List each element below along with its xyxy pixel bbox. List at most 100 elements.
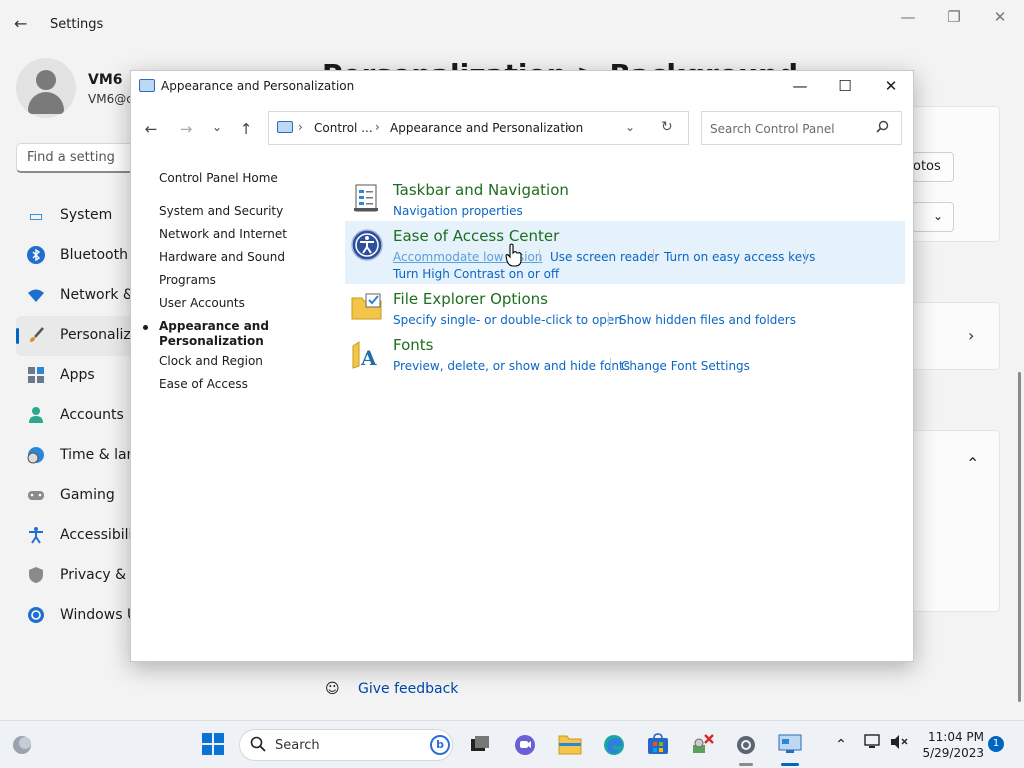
bluetooth-icon [26, 246, 46, 266]
nav-control-panel-home[interactable]: Control Panel Home [159, 171, 278, 186]
nav-hardware-sound[interactable]: Hardware and Sound [159, 250, 285, 265]
use-screen-reader-link[interactable]: Use screen reader [550, 250, 659, 264]
settings-nav: ▭ System Bluetooth & Network & Personali… [16, 196, 146, 636]
chevron-right-icon: › [968, 326, 975, 345]
nav-item-time-language[interactable]: Time & lang [16, 436, 144, 476]
task-view-icon[interactable] [468, 733, 492, 757]
maximize-icon[interactable]: ☐ [830, 75, 860, 97]
nav-item-accessibility[interactable]: Accessibilit [16, 516, 138, 556]
recent-locations-chevron-icon[interactable]: ⌄ [207, 120, 227, 140]
breadcrumb-chevron-icon[interactable]: › [298, 120, 303, 134]
turn-high-contrast-link[interactable]: Turn High Contrast on or off [393, 267, 559, 281]
close-icon[interactable]: ✕ [990, 8, 1010, 26]
network-tools-icon[interactable] [691, 733, 715, 757]
file-explorer-options-title[interactable]: File Explorer Options [393, 290, 548, 308]
microsoft-store-icon[interactable] [646, 733, 670, 757]
back-arrow-icon[interactable]: ← [141, 120, 161, 140]
nav-network-internet[interactable]: Network and Internet [159, 227, 287, 242]
accessibility-icon [26, 526, 46, 546]
show-hidden-icons-chevron-icon[interactable]: ⌃ [829, 733, 853, 757]
gamepad-icon [26, 486, 46, 506]
nav-programs[interactable]: Programs [159, 273, 216, 288]
scrollbar[interactable] [1018, 372, 1021, 702]
nav-item-personalization[interactable]: Personaliza [16, 316, 139, 356]
navigation-toolbar: ← → ⌄ ↑ › Control ... › Appearance and P… [131, 111, 913, 147]
search-icon [876, 120, 889, 137]
clock-date: 5/29/2023 [922, 746, 984, 760]
nav-item-accounts[interactable]: Accounts [16, 396, 136, 436]
current-page-bullet [143, 325, 148, 330]
minimize-icon[interactable]: — [785, 75, 815, 97]
nav-user-accounts[interactable]: User Accounts [159, 296, 245, 311]
nav-item-gaming[interactable]: Gaming [16, 476, 136, 516]
clock-globe-icon [26, 446, 46, 466]
back-arrow-icon[interactable]: ← [14, 14, 34, 34]
breadcrumb-control-panel[interactable]: Control ... [314, 121, 373, 135]
nav-clock-region[interactable]: Clock and Region [159, 354, 263, 369]
change-font-settings-link[interactable]: Change Font Settings [621, 359, 750, 373]
breadcrumb-chevron-icon[interactable]: › [566, 120, 571, 134]
breadcrumb-chevron-icon[interactable]: › [375, 120, 380, 134]
taskbar-search-box[interactable]: Search b [239, 729, 453, 761]
shield-icon [26, 566, 46, 586]
nav-item-apps[interactable]: Apps [16, 356, 136, 396]
nav-ease-of-access[interactable]: Ease of Access [159, 377, 248, 392]
find-setting-input[interactable]: Find a setting [16, 143, 136, 173]
refresh-icon[interactable]: ↻ [661, 119, 673, 135]
nav-system-security[interactable]: System and Security [159, 204, 283, 219]
show-hidden-files-link[interactable]: Show hidden files and folders [619, 313, 796, 327]
file-explorer-icon[interactable] [558, 733, 582, 757]
chevron-up-icon[interactable]: ⌃ [966, 454, 979, 473]
category-taskbar-navigation: Taskbar and Navigation Navigation proper… [345, 175, 905, 219]
turn-on-easy-access-keys-link[interactable]: Turn on easy access keys [664, 250, 815, 264]
close-icon[interactable]: ✕ [876, 75, 906, 97]
forward-arrow-icon[interactable]: → [176, 120, 196, 140]
chat-icon[interactable] [513, 733, 537, 757]
nav-item-network[interactable]: Network & [16, 276, 136, 316]
weather-widget-icon[interactable] [10, 733, 34, 757]
edge-browser-icon[interactable] [602, 733, 626, 757]
preview-fonts-link[interactable]: Preview, delete, or show and hide fonts [393, 359, 630, 373]
nav-item-windows-update[interactable]: Windows U [16, 596, 137, 636]
svg-text:A: A [360, 346, 377, 370]
settings-running-indicator [739, 763, 753, 766]
bing-icon[interactable]: b [430, 735, 450, 755]
start-windows-icon[interactable] [201, 733, 225, 757]
search-control-panel-input[interactable]: Search Control Panel [701, 111, 902, 145]
settings-gear-icon[interactable] [734, 733, 758, 757]
title-bar[interactable]: Appearance and Personalization — ☐ ✕ [131, 71, 913, 103]
search-icon [250, 736, 266, 756]
avatar[interactable] [16, 58, 76, 118]
wifi-icon [26, 286, 46, 306]
minimize-icon[interactable]: — [898, 8, 918, 26]
notification-badge[interactable]: 1 [988, 736, 1004, 752]
nav-item-privacy[interactable]: Privacy & se [16, 556, 146, 596]
browse-photos-button[interactable]: otos [912, 152, 954, 182]
nav-item-system[interactable]: ▭ System [16, 196, 136, 236]
clock[interactable]: 11:04 PM 5/29/2023 [918, 729, 984, 761]
ease-of-access-icon [351, 229, 383, 261]
taskbar-navigation-title[interactable]: Taskbar and Navigation [393, 181, 569, 199]
control-panel-active-indicator [781, 763, 799, 766]
user-email: VM6@c [88, 92, 133, 106]
monitor-icon: ▭ [28, 206, 44, 225]
fit-dropdown[interactable]: ⌄ [912, 202, 954, 232]
volume-muted-icon[interactable] [887, 733, 911, 757]
breadcrumb-appearance[interactable]: Appearance and Personalization [390, 121, 583, 135]
address-bar[interactable]: › Control ... › Appearance and Personali… [268, 111, 689, 145]
fonts-title[interactable]: Fonts [393, 336, 433, 354]
chevron-down-icon: ⌄ [932, 209, 943, 223]
single-double-click-link[interactable]: Specify single- or double-click to open [393, 313, 622, 327]
folder-options-icon [351, 292, 383, 324]
navigation-properties-link[interactable]: Navigation properties [393, 204, 523, 218]
network-status-icon[interactable] [861, 733, 885, 757]
maximize-icon[interactable]: ❐ [944, 8, 964, 26]
address-dropdown-icon[interactable]: ⌄ [625, 120, 635, 134]
nav-appearance-personalization[interactable]: Appearance and Personalization [143, 319, 269, 349]
control-panel-icon [277, 121, 293, 133]
control-panel-taskbar-icon[interactable] [778, 733, 802, 757]
nav-item-bluetooth[interactable]: Bluetooth & [16, 236, 143, 276]
give-feedback-link[interactable]: Give feedback [358, 681, 458, 697]
up-arrow-icon[interactable]: ↑ [236, 120, 256, 140]
ease-of-access-title[interactable]: Ease of Access Center [393, 227, 559, 245]
